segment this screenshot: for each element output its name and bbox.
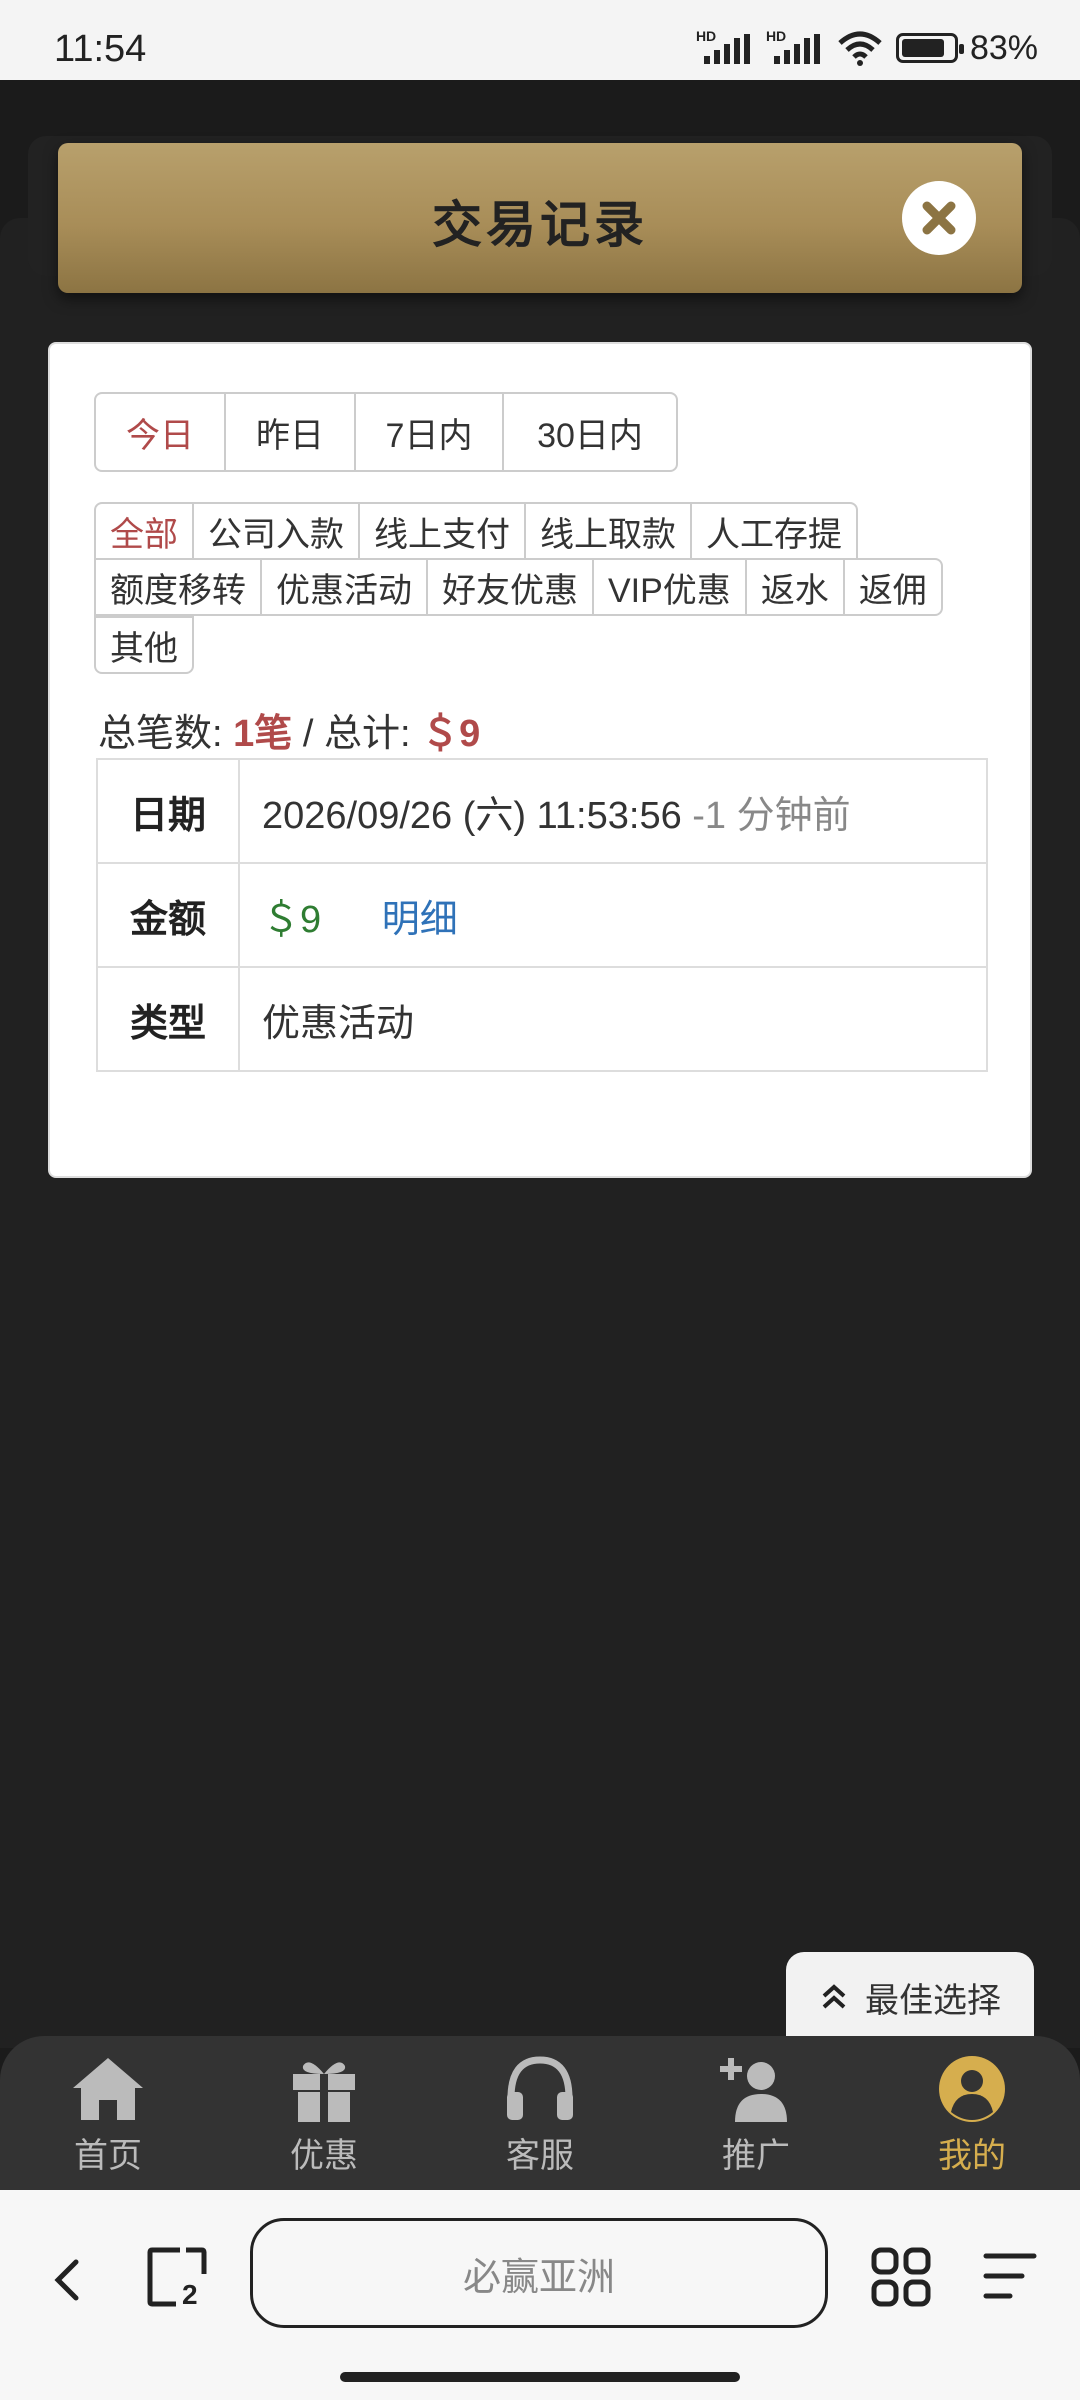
address-bar[interactable]: 必赢亚洲 <box>250 2218 828 2328</box>
back-icon[interactable] <box>46 2250 86 2310</box>
date-value: 2026/09/26 (六) 11:53:56 <box>262 794 682 837</box>
tab-7-days[interactable]: 7日内 <box>356 394 504 470</box>
close-icon <box>922 201 956 235</box>
tab-today[interactable]: 今日 <box>96 394 226 470</box>
close-button[interactable] <box>902 181 976 255</box>
filter-rebate[interactable]: 返水 <box>744 558 845 616</box>
table-row: 类型 优惠活动 <box>96 966 988 1072</box>
tab-yesterday[interactable]: 昨日 <box>226 394 356 470</box>
record-table: 日期 2026/09/26 (六) 11:53:56 -1 分钟前 金额 ＄9 … <box>96 758 988 1072</box>
user-icon <box>939 2056 1005 2122</box>
nav-home-label: 首页 <box>74 2137 142 2175</box>
battery-icon <box>895 33 964 63</box>
filter-online-pay[interactable]: 线上支付 <box>358 502 526 560</box>
filter-online-withdraw[interactable]: 线上取款 <box>524 502 692 560</box>
filter-vip-bonus[interactable]: VIP优惠 <box>592 558 747 616</box>
filter-manual[interactable]: 人工存提 <box>690 502 858 560</box>
count-label: 总笔数: <box>98 713 223 755</box>
filter-transfer[interactable]: 额度移转 <box>94 558 262 616</box>
amount-cell: ＄9 明细 <box>238 862 988 968</box>
menu-icon[interactable] <box>982 2248 1038 2304</box>
signal-icon-2: HD <box>766 28 824 68</box>
bottom-nav: 首页 优惠 客服 推广 我的 <box>0 2036 1080 2190</box>
date-tabs: 今日 昨日 7日内 30日内 <box>94 392 678 472</box>
best-choice-button[interactable]: 最佳选择 <box>786 1952 1034 2042</box>
headset-icon <box>507 2056 573 2120</box>
modal-body: 今日 昨日 7日内 30日内 全部 公司入款 线上支付 线上取款 人工存提 额度… <box>48 342 1032 1178</box>
modal-title: 交易记录 <box>432 197 648 253</box>
add-user-icon <box>720 2058 787 2122</box>
table-row: 日期 2026/09/26 (六) 11:53:56 -1 分钟前 <box>96 758 988 864</box>
filter-commission[interactable]: 返佣 <box>842 558 943 616</box>
amount-label: 金额 <box>96 862 240 968</box>
battery-percent: 83% <box>969 28 1038 67</box>
nav-referral-label: 推广 <box>722 2137 790 2175</box>
summary-line: 总笔数: 1笔 / 总计: ＄9 <box>98 702 480 757</box>
home-icon <box>73 2058 143 2120</box>
type-value: 优惠活动 <box>238 966 988 1072</box>
date-ago: -1 分钟前 <box>692 794 851 837</box>
detail-link[interactable]: 明细 <box>382 899 458 941</box>
nav-promo-label: 优惠 <box>290 2137 358 2175</box>
double-chevron-up-icon <box>822 1984 846 2009</box>
summary-separator: / <box>292 713 324 755</box>
signal-icon: HD <box>696 28 754 68</box>
nav-service[interactable]: 客服 <box>432 2036 648 2190</box>
gift-icon <box>293 2062 355 2122</box>
filter-friend-bonus[interactable]: 好友优惠 <box>426 558 594 616</box>
browser-toolbar: 2 必赢亚洲 <box>0 2190 1080 2400</box>
table-row: 金额 ＄9 明细 <box>96 862 988 968</box>
wifi-icon <box>838 31 882 66</box>
filter-promotion[interactable]: 优惠活动 <box>260 558 428 616</box>
apps-grid-icon[interactable] <box>870 2246 932 2308</box>
nav-promo[interactable]: 优惠 <box>216 2036 432 2190</box>
status-icons: HD HD 83% <box>696 28 1038 68</box>
date-label: 日期 <box>96 758 240 864</box>
best-choice-label: 最佳选择 <box>865 1981 1001 2020</box>
status-bar: 11:54 HD HD 83% <box>0 0 1080 80</box>
address-text: 必赢亚洲 <box>462 2256 615 2299</box>
nav-service-label: 客服 <box>506 2137 574 2175</box>
nav-mine-label: 我的 <box>938 2137 1006 2175</box>
modal-header: 交易记录 <box>58 143 1022 293</box>
total-label: 总计: <box>323 713 411 755</box>
home-indicator[interactable] <box>340 2372 740 2382</box>
nav-home[interactable]: 首页 <box>0 2036 216 2190</box>
count-value: 1笔 <box>233 713 293 755</box>
type-label: 类型 <box>96 966 240 1072</box>
filter-company-deposit[interactable]: 公司入款 <box>192 502 360 560</box>
filter-other[interactable]: 其他 <box>94 616 194 674</box>
tab-count: 2 <box>182 2279 198 2308</box>
date-cell: 2026/09/26 (六) 11:53:56 -1 分钟前 <box>238 758 988 864</box>
amount-value: ＄9 <box>262 898 322 941</box>
tabs-icon[interactable]: 2 <box>146 2246 208 2308</box>
filter-all[interactable]: 全部 <box>94 502 194 560</box>
status-time: 11:54 <box>54 28 147 70</box>
type-filters: 全部 公司入款 线上支付 线上取款 人工存提 额度移转 优惠活动 好友优惠 VI… <box>94 502 994 676</box>
nav-mine[interactable]: 我的 <box>864 2036 1080 2190</box>
tab-30-days[interactable]: 30日内 <box>504 394 676 470</box>
total-value: ＄9 <box>421 713 481 755</box>
nav-referral[interactable]: 推广 <box>648 2036 864 2190</box>
